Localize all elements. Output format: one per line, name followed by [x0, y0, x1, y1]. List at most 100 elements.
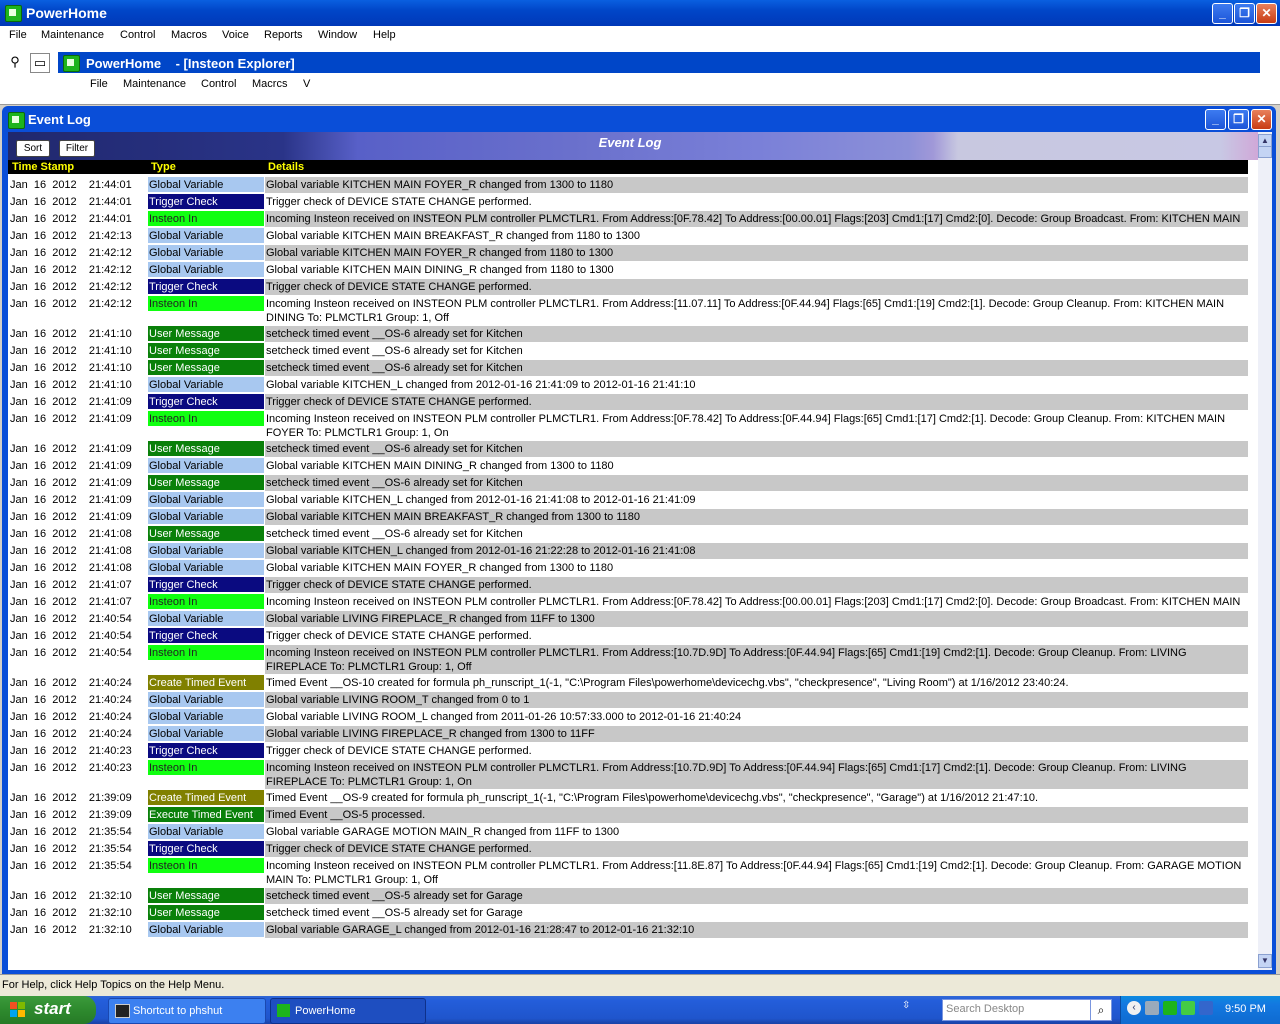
inner-menu-voice[interactable]: V [303, 78, 310, 90]
table-row[interactable]: Jan 16 2012 21:40:24 Global Variable Globa… [8, 709, 1248, 726]
table-row[interactable]: Jan 16 2012 21:41:07 Insteon In Incoming I… [8, 594, 1248, 622]
start-button[interactable]: start [0, 996, 96, 1024]
chevron-left-icon[interactable]: ‹ [1127, 1001, 1141, 1015]
table-row[interactable]: Jan 16 2012 21:41:09 Trigger Check Trigger… [8, 394, 1248, 411]
app-title-bar[interactable]: PowerHome _ ❐ ✕ [0, 0, 1280, 26]
table-row[interactable]: Jan 16 2012 21:44:01 Global Variable Globa… [8, 177, 1248, 194]
task-shortcut-phshut[interactable]: Shortcut to phshut [108, 998, 266, 1024]
table-row[interactable]: Jan 16 2012 21:40:54 Insteon In Incoming I… [8, 645, 1248, 675]
pointer-tool-icon[interactable]: ⚲ [6, 53, 24, 71]
restore-button[interactable]: ❐ [1234, 3, 1255, 24]
table-row[interactable]: Jan 16 2012 21:41:08 Global Variable Globa… [8, 560, 1248, 577]
table-row[interactable]: Jan 16 2012 21:41:09 Global Variable Globa… [8, 458, 1248, 475]
search-desktop-input[interactable]: Search Desktop [942, 999, 1112, 1021]
table-row[interactable]: Jan 16 2012 21:41:07 Trigger Check Trigger… [8, 577, 1248, 594]
type-badge: Global Variable [148, 492, 264, 507]
table-row[interactable]: Jan 16 2012 21:41:09 User Message setcheck… [8, 441, 1248, 458]
table-row[interactable]: Jan 16 2012 21:44:01 Insteon In Incoming I… [8, 211, 1248, 239]
type-badge: Trigger Check [148, 394, 264, 409]
table-row[interactable]: Jan 16 2012 21:40:54 Trigger Check Trigger… [8, 628, 1248, 645]
event-log-title-bar[interactable]: Event Log _ ❐ ✕ [2, 106, 1276, 132]
table-row[interactable]: Jan 16 2012 21:41:10 Global Variable Globa… [8, 377, 1248, 394]
insteon-explorer-title-bar[interactable]: PowerHome - [Insteon Explorer] [58, 52, 1260, 73]
column-header-timestamp[interactable]: Time Stamp [12, 161, 74, 173]
scroll-down-arrow[interactable]: ▼ [1258, 954, 1272, 968]
menu-maintenance[interactable]: Maintenance [41, 29, 104, 41]
type-badge: User Message [148, 326, 264, 341]
table-row[interactable]: Jan 16 2012 21:35:54 Global Variable Globa… [8, 824, 1248, 841]
sort-button[interactable]: Sort [16, 140, 50, 157]
type-badge: Global Variable [148, 377, 264, 392]
timestamp-cell: Jan 16 2012 21:44:01 [10, 196, 132, 208]
powerhome-tray-icon[interactable] [1163, 1001, 1177, 1015]
type-badge: Global Variable [148, 509, 264, 524]
timestamp-cell: Jan 16 2012 21:39:09 [10, 792, 132, 804]
table-row[interactable]: Jan 16 2012 21:41:09 Global Variable Globa… [8, 509, 1248, 526]
inner-menu-file[interactable]: File [90, 78, 108, 90]
network-icon[interactable] [1145, 1001, 1159, 1015]
event-log-minimize-button[interactable]: _ [1205, 109, 1226, 130]
table-row[interactable]: Jan 16 2012 21:41:10 User Message setcheck… [8, 326, 1248, 343]
vertical-scrollbar[interactable]: ▲ ▼ [1258, 132, 1272, 970]
table-row[interactable]: Jan 16 2012 21:39:09 Create Timed Event Ti… [8, 790, 1248, 807]
powerhome-task-icon [277, 1004, 290, 1017]
column-header-type[interactable]: Type [151, 161, 176, 173]
table-row[interactable]: Jan 16 2012 21:32:10 Global Variable Globa… [8, 922, 1248, 939]
menu-file[interactable]: File [9, 29, 27, 41]
table-row[interactable]: Jan 16 2012 21:40:24 Global Variable Globa… [8, 692, 1248, 709]
table-row[interactable]: Jan 16 2012 21:42:13 Global Variable Globa… [8, 228, 1248, 245]
table-row[interactable]: Jan 16 2012 21:40:23 Insteon In Incoming I… [8, 760, 1248, 790]
table-row[interactable]: Jan 16 2012 21:40:54 Global Variable Globa… [8, 611, 1248, 628]
table-row[interactable]: Jan 16 2012 21:41:08 Global Variable Globa… [8, 543, 1248, 560]
type-badge: Trigger Check [148, 628, 264, 643]
search-icon[interactable]: ⌕ [1090, 999, 1112, 1021]
table-row[interactable]: Jan 16 2012 21:35:54 Trigger Check Trigger… [8, 841, 1248, 858]
table-row[interactable]: Jan 16 2012 21:32:10 User Message setcheck… [8, 888, 1248, 905]
type-badge: Insteon In [148, 858, 264, 873]
close-button[interactable]: ✕ [1256, 3, 1277, 24]
table-row[interactable]: Jan 16 2012 21:41:10 User Message setcheck… [8, 360, 1248, 377]
task-powerhome[interactable]: PowerHome [270, 998, 426, 1024]
app-title: PowerHome [26, 5, 107, 21]
table-row[interactable]: Jan 16 2012 21:44:01 Trigger Check Trigger… [8, 194, 1248, 211]
type-badge: Create Timed Event [148, 675, 264, 690]
menu-control[interactable]: Control [120, 29, 155, 41]
menu-reports[interactable]: Reports [264, 29, 303, 41]
menu-macros[interactable]: Macros [171, 29, 207, 41]
table-row[interactable]: Jan 16 2012 21:42:12 Global Variable Globa… [8, 262, 1248, 279]
table-row[interactable]: Jan 16 2012 21:42:12 Trigger Check Trigger… [8, 279, 1248, 296]
table-row[interactable]: Jan 16 2012 21:41:09 Global Variable Globa… [8, 492, 1248, 509]
table-row[interactable]: Jan 16 2012 21:41:09 Insteon In Incoming I… [8, 411, 1248, 441]
timestamp-cell: Jan 16 2012 21:35:54 [10, 860, 132, 872]
display-icon[interactable] [1199, 1001, 1213, 1015]
table-row[interactable]: Jan 16 2012 21:41:10 User Message setcheck… [8, 343, 1248, 360]
table-row[interactable]: Jan 16 2012 21:32:10 User Message setcheck… [8, 905, 1248, 922]
security-icon[interactable] [1181, 1001, 1195, 1015]
event-log-restore-button[interactable]: ❐ [1228, 109, 1249, 130]
type-badge: Insteon In [148, 296, 264, 311]
scroll-thumb[interactable] [1258, 146, 1272, 158]
table-row[interactable]: Jan 16 2012 21:41:08 User Message setcheck… [8, 526, 1248, 543]
desktop-toolbar-icon[interactable]: ⇳ [902, 1000, 910, 1011]
table-row[interactable]: Jan 16 2012 21:40:24 Global Variable Globa… [8, 726, 1248, 743]
table-row[interactable]: Jan 16 2012 21:39:09 Execute Timed Event T… [8, 807, 1248, 824]
menu-voice[interactable]: Voice [222, 29, 249, 41]
menu-help[interactable]: Help [373, 29, 396, 41]
table-row[interactable]: Jan 16 2012 21:42:12 Insteon In Incoming I… [8, 296, 1248, 326]
inner-menu-maintenance[interactable]: Maintenance [123, 78, 186, 90]
table-row[interactable]: Jan 16 2012 21:42:12 Global Variable Globa… [8, 245, 1248, 262]
column-header-details[interactable]: Details [268, 161, 304, 173]
inner-menu-control[interactable]: Control [201, 78, 236, 90]
filter-button[interactable]: Filter [59, 140, 95, 157]
table-row[interactable]: Jan 16 2012 21:41:09 User Message setcheck… [8, 475, 1248, 492]
minimize-button[interactable]: _ [1212, 3, 1233, 24]
event-log-close-button[interactable]: ✕ [1251, 109, 1272, 130]
clock[interactable]: 9:50 PM [1225, 1003, 1266, 1015]
select-tool-icon[interactable]: ▭ [30, 53, 50, 73]
menu-window[interactable]: Window [318, 29, 357, 41]
table-row[interactable]: Jan 16 2012 21:40:23 Trigger Check Trigger… [8, 743, 1248, 760]
inner-menu-macros[interactable]: Macrcs [252, 78, 287, 90]
type-badge: User Message [148, 360, 264, 375]
table-row[interactable]: Jan 16 2012 21:35:54 Insteon In Incoming I… [8, 858, 1248, 888]
table-row[interactable]: Jan 16 2012 21:40:24 Create Timed Event Ti… [8, 675, 1248, 692]
